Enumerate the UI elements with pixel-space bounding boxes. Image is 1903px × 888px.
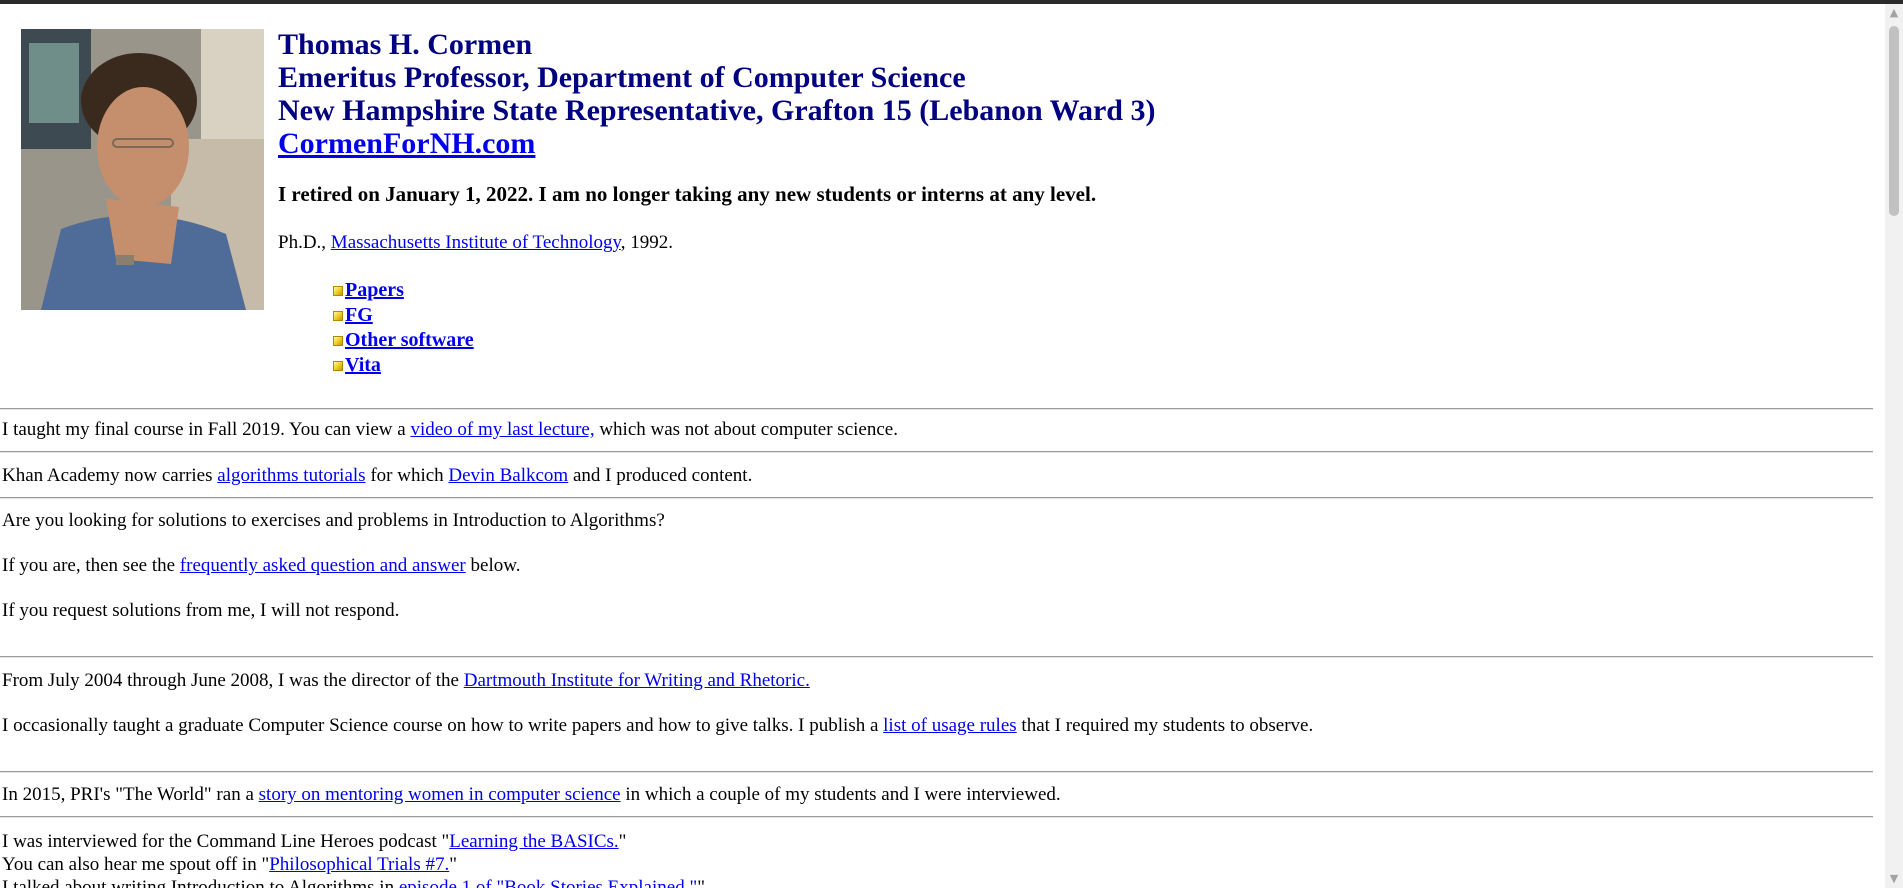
- nav-item-fg: FG: [333, 303, 474, 328]
- phd-prefix: Ph.D.,: [278, 232, 331, 253]
- text-span: ": [697, 877, 705, 888]
- solutions-warning: If you request solutions from me, I will…: [2, 600, 400, 621]
- phd-line: Ph.D., Massachusetts Institute of Techno…: [278, 232, 673, 254]
- text-span: You can also hear me spout off in ": [2, 854, 270, 875]
- vertical-scrollbar[interactable]: ▲ ▼: [1885, 4, 1903, 888]
- triangle-up-icon[interactable]: ▲: [1885, 4, 1903, 22]
- podcast-line-3: I talked about writing Introduction to A…: [2, 876, 1883, 888]
- papers-link[interactable]: Papers: [345, 278, 404, 303]
- pri-section: In 2015, PRI's "The World" ran a story o…: [0, 773, 1885, 816]
- devin-balkcom-link[interactable]: Devin Balkcom: [448, 465, 568, 486]
- solutions-section: Are you looking for solutions to exercis…: [0, 499, 1885, 656]
- podcast-line-1: I was interviewed for the Command Line H…: [2, 830, 1883, 853]
- podcast-line-2: You can also hear me spout off in "Philo…: [2, 853, 1883, 876]
- person-name: Thomas H. Cormen: [278, 28, 533, 61]
- bullet-icon: [333, 360, 343, 371]
- nav-list: Papers FG Other software Vita: [333, 278, 474, 378]
- retirement-notice: I retired on January 1, 2022. I am no lo…: [278, 182, 1097, 206]
- phd-suffix: , 1992.: [620, 232, 674, 253]
- text-span: I talked about writing Introduction to A…: [2, 877, 399, 888]
- scrollbar-thumb[interactable]: [1889, 26, 1899, 216]
- writing-course-text: I occasionally taught a graduate Compute…: [2, 715, 1883, 737]
- campaign-site-heading: CormenForNH.com: [278, 127, 1155, 160]
- writing-director-text: From July 2004 through June 2008, I was …: [2, 670, 1883, 692]
- text-span: From July 2004 through June 2008, I was …: [2, 670, 464, 691]
- text-span: I taught my final course in Fall 2019. Y…: [2, 419, 411, 440]
- text-span: which was not about computer science.: [594, 419, 898, 440]
- text-span: If you are, then see the: [2, 555, 180, 576]
- bullet-icon: [333, 335, 343, 346]
- text-span: ": [618, 831, 627, 852]
- other-software-link[interactable]: Other software: [345, 328, 474, 353]
- profile-photo: [21, 29, 264, 310]
- solutions-faq-text: If you are, then see the frequently aske…: [2, 555, 1883, 577]
- nav-item-papers: Papers: [333, 278, 474, 303]
- pri-text: In 2015, PRI's "The World" ran a story o…: [2, 784, 1883, 806]
- text-span: for which: [365, 465, 449, 486]
- bullet-icon: [333, 285, 343, 296]
- last-lecture-link[interactable]: video of my last lecture,: [410, 419, 594, 440]
- campaign-site-link[interactable]: CormenForNH.com: [278, 127, 535, 160]
- book-stories-link[interactable]: episode 1 of "Book Stories Explained.": [399, 877, 697, 888]
- final-course-section: I taught my final course in Fall 2019. Y…: [0, 410, 1885, 451]
- bullet-icon: [333, 310, 343, 321]
- text-span: I was interviewed for the Command Line H…: [2, 831, 450, 852]
- nav-item-vita: Vita: [333, 353, 474, 378]
- nav-item-other-software: Other software: [333, 328, 474, 353]
- text-span: I occasionally taught a graduate Compute…: [2, 715, 884, 736]
- final-course-text: I taught my final course in Fall 2019. Y…: [2, 419, 1883, 441]
- solutions-question: Are you looking for solutions to exercis…: [2, 510, 665, 531]
- learning-basics-link[interactable]: Learning the BASICs.: [449, 831, 618, 852]
- position-title: Emeritus Professor, Department of Comput…: [278, 61, 966, 94]
- writing-institute-link[interactable]: Dartmouth Institute for Writing and Rhet…: [464, 670, 810, 691]
- khan-section: Khan Academy now carries algorithms tuto…: [0, 453, 1885, 497]
- philosophical-trials-link[interactable]: Philosophical Trials #7.: [269, 854, 449, 875]
- khan-text: Khan Academy now carries algorithms tuto…: [2, 465, 1883, 487]
- text-span: In 2015, PRI's "The World" ran a: [2, 784, 259, 805]
- text-span: below.: [465, 555, 521, 576]
- text-span: Khan Academy now carries: [2, 465, 218, 486]
- algorithms-tutorials-link[interactable]: algorithms tutorials: [217, 465, 365, 486]
- triangle-down-icon[interactable]: ▼: [1885, 870, 1903, 888]
- text-span: and I produced content.: [568, 465, 753, 486]
- representative-title: New Hampshire State Representative, Graf…: [278, 94, 1156, 127]
- usage-rules-link[interactable]: list of usage rules: [883, 715, 1017, 736]
- profile-header: Thomas H. Cormen Emeritus Professor, Dep…: [0, 4, 1885, 408]
- mentoring-story-link[interactable]: story on mentoring women in computer sci…: [259, 784, 621, 805]
- fg-link[interactable]: FG: [345, 303, 373, 328]
- title-block: Thomas H. Cormen Emeritus Professor, Dep…: [278, 28, 1155, 160]
- text-span: that I required my students to observe.: [1016, 715, 1314, 736]
- writing-section: From July 2004 through June 2008, I was …: [0, 658, 1885, 771]
- faq-link[interactable]: frequently asked question and answer: [180, 555, 466, 576]
- mit-link[interactable]: Massachusetts Institute of Technology: [331, 232, 621, 253]
- page-content: Thomas H. Cormen Emeritus Professor, Dep…: [0, 4, 1885, 888]
- vita-link[interactable]: Vita: [345, 353, 381, 378]
- text-span: in which a couple of my students and I w…: [620, 784, 1061, 805]
- text-span: ": [449, 854, 457, 875]
- podcasts-section: I was interviewed for the Command Line H…: [0, 818, 1885, 888]
